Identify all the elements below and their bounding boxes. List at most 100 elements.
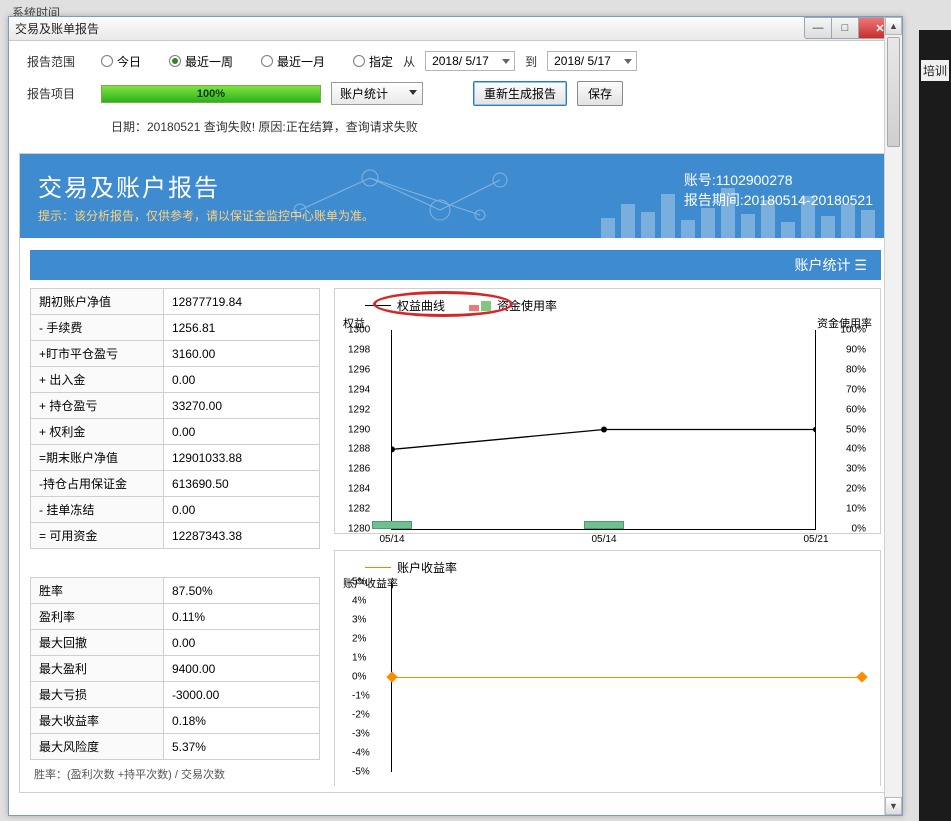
range-radio-month[interactable]: 最近一月 [261, 53, 325, 70]
radio-icon [169, 55, 181, 67]
row-value: 0.00 [163, 367, 319, 393]
date-from-picker[interactable]: 2018/ 5/17 [425, 51, 515, 71]
row-key: + 权利金 [31, 419, 164, 445]
ytick-left: 1292 [348, 404, 370, 415]
window-minimize-button[interactable]: — [804, 17, 832, 39]
row-key: 最大风险度 [31, 734, 164, 760]
legend-label: 权益曲线 [397, 297, 445, 314]
period-label: 报告期间: [684, 192, 744, 208]
equity-line [392, 330, 816, 529]
period-value: 20180514-20180521 [744, 192, 873, 208]
ytick: 5% [352, 577, 366, 588]
ytick: -5% [352, 767, 370, 778]
radio-label: 指定 [369, 53, 393, 70]
row-value: 33270.00 [163, 393, 319, 419]
progress-bar: 100% [101, 85, 321, 103]
ytick-right: 100% [840, 325, 866, 336]
date-to-picker[interactable]: 2018/ 5/17 [547, 51, 637, 71]
ytick: 4% [352, 596, 366, 607]
date-from-label: 从 [403, 53, 415, 70]
row-value: 0.00 [163, 419, 319, 445]
legend-label: 资金使用率 [497, 297, 557, 314]
row-key: + 持仓盈亏 [31, 393, 164, 419]
table-row: +盯市平仓盈亏3160.00 [31, 341, 320, 367]
range-radio-today[interactable]: 今日 [101, 53, 141, 70]
ytick: 2% [352, 634, 366, 645]
row-key: 最大收益率 [31, 708, 164, 734]
right-dark-panel [919, 30, 951, 821]
row-key: - 手续费 [31, 315, 164, 341]
table-row: = 可用资金12287343.38 [31, 523, 320, 549]
table-row: + 出入金0.00 [31, 367, 320, 393]
return-point [386, 671, 397, 682]
table-row: 胜率87.50% [31, 578, 320, 604]
ytick-left: 1288 [348, 444, 370, 455]
ytick-left: 1300 [348, 325, 370, 336]
report-banner: 交易及账户报告 提示：该分析报告，仅供参考，请以保证金监控中心账单为准。 账号:… [20, 154, 891, 238]
table-row: - 挂单冻结0.00 [31, 497, 320, 523]
row-value: 0.11% [163, 604, 319, 630]
table-row: 最大回撤0.00 [31, 630, 320, 656]
ytick-right: 60% [846, 404, 866, 415]
row-value: 0.00 [163, 630, 319, 656]
ytick: -1% [352, 691, 370, 702]
ytick: -3% [352, 729, 370, 740]
radio-icon [261, 55, 273, 67]
ytick: 0% [352, 672, 366, 683]
stats-table: 胜率87.50%盈利率0.11%最大回撤0.00最大盈利9400.00最大亏损-… [30, 577, 320, 760]
row-value: 12287343.38 [163, 523, 319, 549]
progress-text: 100% [102, 86, 320, 102]
row-key: 盈利率 [31, 604, 164, 630]
legend-line-icon [365, 567, 391, 568]
ytick-left: 1290 [348, 424, 370, 435]
row-value: 5.37% [163, 734, 319, 760]
range-radio-week[interactable]: 最近一周 [169, 53, 233, 70]
row-value: 1256.81 [163, 315, 319, 341]
report-item-select[interactable]: 账户统计 [331, 82, 423, 105]
legend-label: 账户收益率 [397, 559, 457, 576]
ytick-left: 1284 [348, 484, 370, 495]
row-key: 最大盈利 [31, 656, 164, 682]
ytick-right: 10% [846, 504, 866, 515]
chart1-axes: 1280128212841286128812901292129412961298… [391, 330, 816, 530]
radio-label: 最近一月 [277, 53, 325, 70]
save-button[interactable]: 保存 [577, 81, 623, 106]
radio-icon [101, 55, 113, 67]
range-radio-custom[interactable]: 指定 [353, 53, 393, 70]
range-label: 报告范围 [27, 53, 91, 70]
table-row: 最大风险度5.37% [31, 734, 320, 760]
table-row: 最大盈利9400.00 [31, 656, 320, 682]
window-maximize-button[interactable]: □ [831, 17, 859, 39]
regenerate-button[interactable]: 重新生成报告 [473, 81, 567, 106]
table-row: =期末账户净值12901033.88 [31, 445, 320, 471]
ytick-right: 40% [846, 444, 866, 455]
xtick: 05/14 [591, 534, 616, 545]
table-row: 最大收益率0.18% [31, 708, 320, 734]
table-row: -持仓占用保证金613690.50 [31, 471, 320, 497]
banner-decoration [280, 160, 560, 234]
ytick-left: 1286 [348, 464, 370, 475]
ytick: -2% [352, 710, 370, 721]
ytick-right: 30% [846, 464, 866, 475]
window-titlebar[interactable]: 交易及账单报告 — □ ✕ [9, 17, 902, 41]
row-key: =期末账户净值 [31, 445, 164, 471]
table-row: 期初账户净值12877719.84 [31, 289, 320, 315]
xtick: 05/14 [379, 534, 404, 545]
radio-label: 今日 [117, 53, 141, 70]
radio-icon [353, 55, 365, 67]
vertical-scrollbar[interactable]: ▲ ▼ [884, 153, 892, 793]
range-radio-group: 今日 最近一周 最近一月 指定 [101, 53, 393, 70]
ytick-left: 1280 [348, 524, 370, 535]
row-key: 胜率 [31, 578, 164, 604]
ytick-left: 1298 [348, 344, 370, 355]
row-value: 9400.00 [163, 656, 319, 682]
xtick: 05/21 [803, 534, 828, 545]
item-label: 报告项目 [27, 85, 91, 102]
right-side-label: 培训 [921, 60, 949, 81]
ytick-left: 1294 [348, 384, 370, 395]
row-value: -3000.00 [163, 682, 319, 708]
row-key: +盯市平仓盈亏 [31, 341, 164, 367]
row-key: + 出入金 [31, 367, 164, 393]
row-key: 最大回撤 [31, 630, 164, 656]
section-bar-account-stats[interactable]: 账户统计 ☰ [30, 250, 881, 280]
